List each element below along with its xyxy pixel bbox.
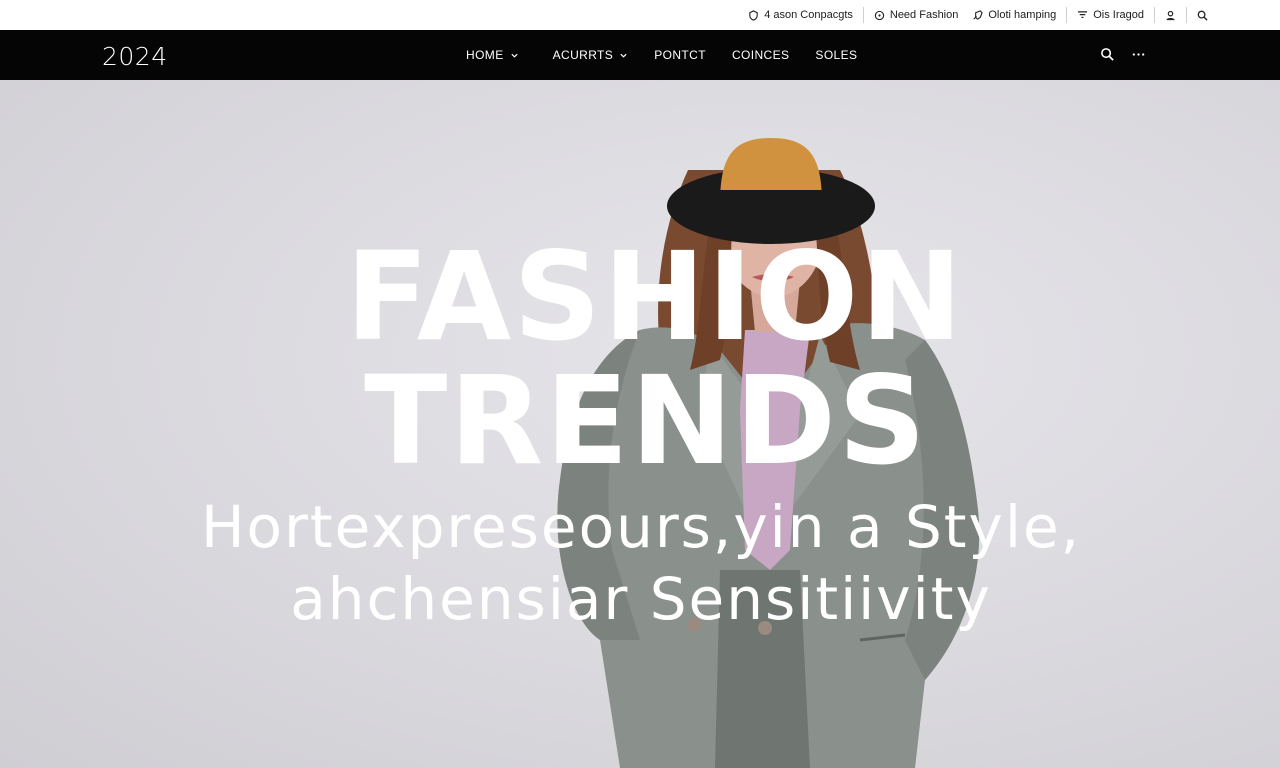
user-icon xyxy=(1166,10,1175,20)
nav-item-collections[interactable]: COINCES xyxy=(732,48,789,62)
utility-item-shipping[interactable]: Oloti hamping xyxy=(968,7,1066,23)
nav-tools xyxy=(1100,47,1146,62)
brand-logo[interactable]: 2024 xyxy=(102,42,168,71)
tag-icon xyxy=(874,10,885,20)
nav-item-label: COINCES xyxy=(731,48,790,62)
nav-item-label: ACURRTS xyxy=(552,48,614,62)
utility-contacts-label: 4 ason Conpacgts xyxy=(764,9,853,21)
nav-item-label: SOLES xyxy=(815,48,858,62)
nav-item-accounts[interactable]: ACURRTS xyxy=(553,48,629,62)
search-icon[interactable] xyxy=(1100,47,1115,62)
hero-headline-line-2: TRENDS xyxy=(364,350,928,492)
hero-subline-line-1: Hortexpreseours,yin a Style, xyxy=(200,493,1082,561)
nav-item-home[interactable]: HOME xyxy=(466,48,519,62)
more-icon[interactable] xyxy=(1131,47,1146,62)
nav-item-sales[interactable]: SOLES xyxy=(815,48,857,62)
utility-item-contacts[interactable]: 4 ason Conpacgts xyxy=(738,7,863,23)
utility-login-label: Ois Iragod xyxy=(1093,9,1144,21)
user-shield-icon xyxy=(749,9,758,21)
main-nav: 2024 HOME ACURRTS PONTCT COINCES SOLES xyxy=(0,30,1280,80)
utility-need-fashion-label: Need Fashion xyxy=(889,9,959,21)
utility-item-need-fashion[interactable]: Need Fashion xyxy=(862,7,969,23)
hero-subline-line-2: ahchensiar Sensitiivity xyxy=(290,565,992,633)
hero-headline-line-1: FASHION xyxy=(345,226,965,368)
nav-item-label: PONTCT xyxy=(654,48,706,62)
search-icon xyxy=(1197,10,1208,21)
nav-item-contact[interactable]: PONTCT xyxy=(654,48,706,62)
utility-shipping-label: Oloti hamping xyxy=(988,9,1057,21)
utility-search-button[interactable] xyxy=(1186,7,1218,23)
chevron-down-icon xyxy=(510,53,518,58)
chevron-down-icon xyxy=(620,53,627,58)
nav-item-label: HOME xyxy=(466,48,504,62)
utility-account-button[interactable] xyxy=(1154,7,1186,23)
utility-item-login[interactable]: Ois Iragod xyxy=(1066,7,1154,23)
filter-icon xyxy=(1078,10,1088,18)
hero-banner: FASHION TRENDS Hortexpreseours,yin a Sty… xyxy=(0,80,1280,768)
rocket-icon xyxy=(973,9,984,20)
utility-bar: 4 ason Conpacgts Need Fashion Oloti hamp… xyxy=(0,0,1280,30)
nav-menu: HOME ACURRTS PONTCT COINCES SOLES xyxy=(466,30,857,80)
